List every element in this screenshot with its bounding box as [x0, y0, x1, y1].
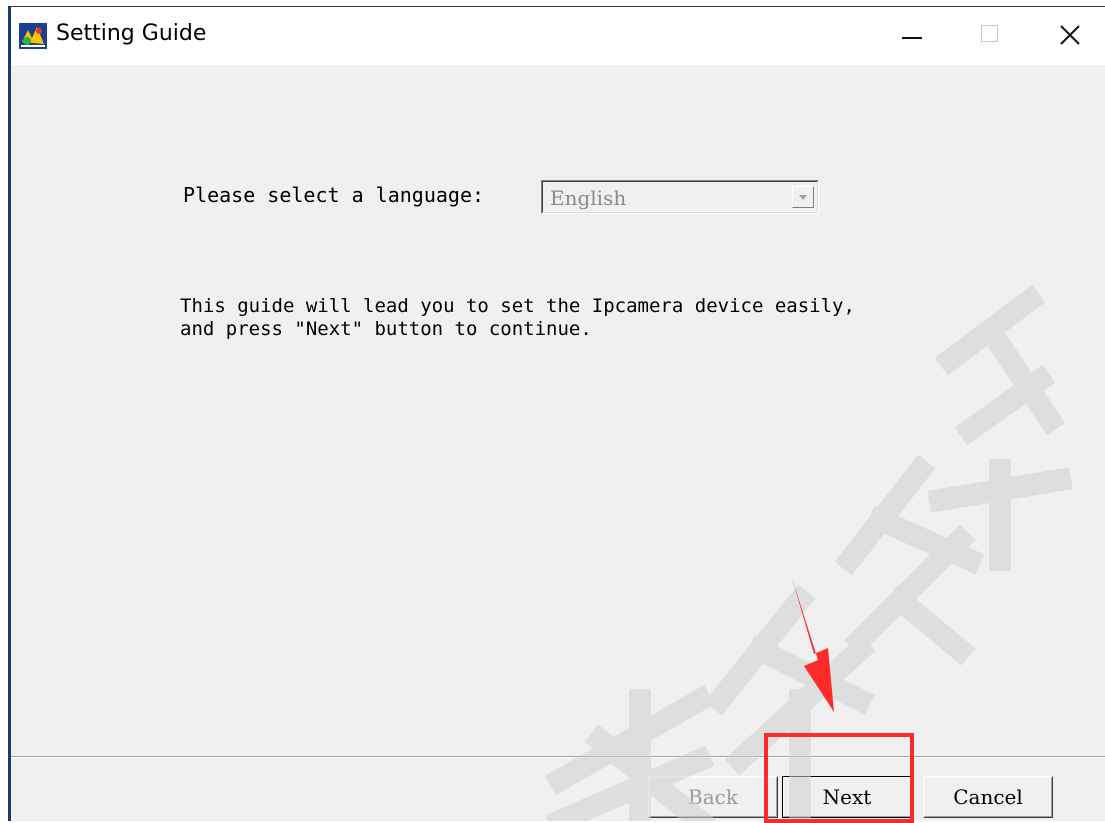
next-highlight-box — [764, 733, 914, 823]
red-arrow-annotation — [792, 578, 834, 712]
